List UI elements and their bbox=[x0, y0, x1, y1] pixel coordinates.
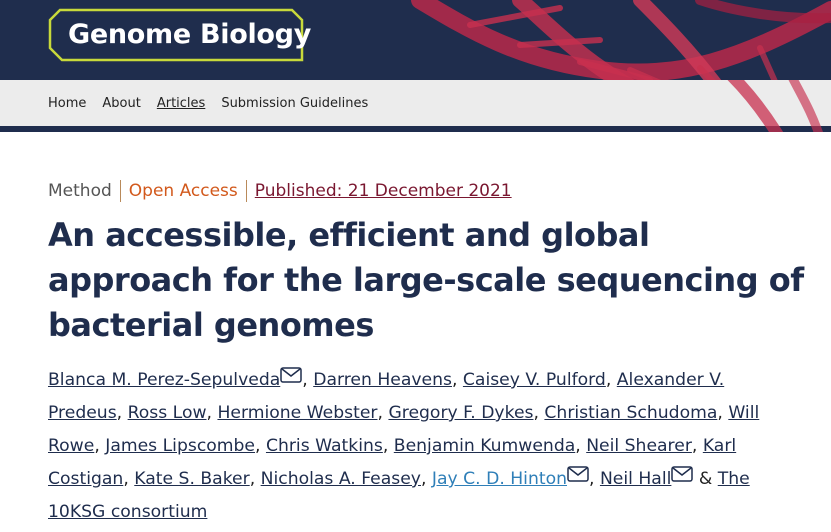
author-separator: , bbox=[116, 403, 128, 423]
author-entry: Christian Schudoma, bbox=[544, 403, 728, 423]
author-separator: , bbox=[420, 469, 432, 489]
author-separator: , bbox=[717, 403, 729, 423]
author-separator: , bbox=[377, 403, 389, 423]
main-navigation: Home About Articles Submission Guideline… bbox=[0, 80, 831, 132]
article-title: An accessible, efficient and global appr… bbox=[48, 216, 804, 344]
author-name-link[interactable]: Christian Schudoma bbox=[544, 403, 717, 423]
author-entry: Gregory F. Dykes, bbox=[388, 403, 544, 423]
journal-logo[interactable]: Genome Biology bbox=[48, 8, 311, 62]
journal-name: Genome Biology bbox=[68, 19, 312, 50]
author-separator: , bbox=[382, 436, 394, 456]
article-meta: Method Open Access Published: 21 Decembe… bbox=[48, 180, 512, 202]
author-entry: Jay C. D. Hinton, bbox=[432, 466, 600, 489]
open-access-badge: Open Access bbox=[128, 181, 238, 201]
author-separator: , bbox=[605, 370, 617, 390]
article-type: Method bbox=[48, 181, 112, 201]
author-list: Blanca M. Perez-Sepulveda, Darren Heaven… bbox=[48, 364, 788, 529]
author-name-link[interactable]: Ross Low bbox=[128, 403, 207, 423]
author-name-link[interactable]: Blanca M. Perez-Sepulveda bbox=[48, 370, 280, 390]
author-separator: & bbox=[693, 469, 718, 489]
author-separator: , bbox=[691, 436, 703, 456]
author-separator: , bbox=[533, 403, 545, 423]
author-entry: Chris Watkins, bbox=[266, 436, 394, 456]
author-entry: Blanca M. Perez-Sepulveda, bbox=[48, 367, 314, 390]
author-separator: , bbox=[589, 469, 600, 489]
author-separator: , bbox=[206, 403, 218, 423]
author-entry: Benjamin Kumwenda, bbox=[394, 436, 586, 456]
meta-divider bbox=[119, 180, 121, 202]
author-entry: Nicholas A. Feasey, bbox=[261, 469, 432, 489]
author-name-link[interactable]: Kate S. Baker bbox=[134, 469, 249, 489]
author-name-link[interactable]: James Lipscombe bbox=[105, 436, 255, 456]
author-entry: Neil Shearer, bbox=[586, 436, 703, 456]
author-separator: , bbox=[249, 469, 261, 489]
author-separator: , bbox=[94, 436, 106, 456]
nav-about[interactable]: About bbox=[102, 96, 140, 111]
author-entry: Ross Low, bbox=[128, 403, 218, 423]
nav-articles[interactable]: Articles bbox=[157, 96, 205, 111]
author-entry: Neil Hall & bbox=[600, 466, 718, 489]
author-separator: , bbox=[123, 469, 135, 489]
author-name-link[interactable]: Hermione Webster bbox=[217, 403, 377, 423]
author-name-link[interactable]: Neil Hall bbox=[600, 469, 671, 489]
envelope-icon[interactable] bbox=[567, 466, 589, 482]
author-name-link[interactable]: Benjamin Kumwenda bbox=[394, 436, 575, 456]
author-name-link[interactable]: Darren Heavens bbox=[313, 370, 452, 390]
envelope-icon[interactable] bbox=[671, 466, 694, 482]
published-date-link[interactable]: Published: 21 December 2021 bbox=[255, 181, 512, 201]
author-entry: Kate S. Baker, bbox=[134, 469, 260, 489]
author-name-link[interactable]: Gregory F. Dykes bbox=[388, 403, 533, 423]
nav-home[interactable]: Home bbox=[48, 96, 86, 111]
author-separator: , bbox=[302, 370, 314, 390]
meta-divider bbox=[245, 180, 247, 202]
author-name-link[interactable]: Caisey V. Pulford bbox=[463, 370, 606, 390]
author-name-link[interactable]: Neil Shearer bbox=[586, 436, 692, 456]
site-header: Genome Biology bbox=[0, 0, 831, 80]
author-entry: Hermione Webster, bbox=[217, 403, 388, 423]
author-entry: James Lipscombe, bbox=[105, 436, 266, 456]
author-name-link[interactable]: Nicholas A. Feasey bbox=[261, 469, 421, 489]
author-separator: , bbox=[451, 370, 463, 390]
author-separator: , bbox=[255, 436, 266, 456]
author-separator: , bbox=[575, 436, 587, 456]
author-name-link[interactable]: Jay C. D. Hinton bbox=[432, 469, 567, 489]
author-name-link[interactable]: Chris Watkins bbox=[266, 436, 383, 456]
author-entry: Caisey V. Pulford, bbox=[463, 370, 617, 390]
envelope-icon[interactable] bbox=[280, 367, 303, 383]
author-entry: Darren Heavens, bbox=[313, 370, 463, 390]
nav-submission-guidelines[interactable]: Submission Guidelines bbox=[221, 96, 368, 111]
